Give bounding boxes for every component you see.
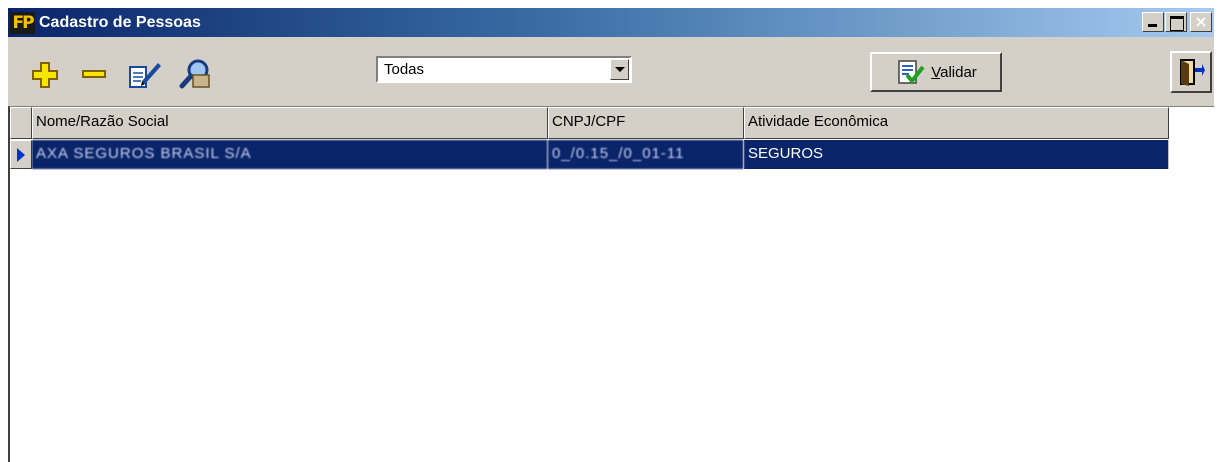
cadastro-window: FP Cadastro de Pessoas × Todas Validar N…	[8, 8, 1214, 462]
maximize-button[interactable]	[1165, 12, 1187, 32]
validar-label: Validar	[931, 63, 977, 81]
close-button[interactable]: ×	[1190, 12, 1212, 32]
column-header-cnpj[interactable]: CNPJ/CPF	[548, 107, 744, 139]
minimize-button[interactable]	[1142, 12, 1164, 32]
toolbar: Todas Validar	[8, 37, 1214, 106]
table-row[interactable]: AXA SEGUROS BRASIL S/A 0_/0.15_/0_01-11 …	[10, 140, 1169, 169]
chevron-down-icon[interactable]	[610, 59, 629, 80]
checklist-icon	[898, 60, 925, 85]
data-grid[interactable]: Nome/Razão Social CNPJ/CPF Atividade Eco…	[8, 106, 1214, 462]
app-logo-icon: FP	[10, 11, 35, 34]
door-exit-icon	[1180, 59, 1205, 86]
cell-cnpj[interactable]: 0_/0.15_/0_01-11	[548, 140, 744, 169]
header-indicator-cell	[10, 107, 32, 139]
add-button[interactable]	[28, 57, 64, 91]
row-pointer-icon	[10, 140, 32, 169]
minus-icon	[82, 70, 106, 78]
magnifier-icon	[179, 59, 210, 89]
plus-icon	[32, 62, 58, 88]
column-header-atividade[interactable]: Atividade Econômica	[744, 107, 1169, 139]
edit-pencil-icon	[129, 63, 161, 88]
window-title: Cadastro de Pessoas	[39, 13, 201, 31]
window-controls: ×	[1141, 12, 1212, 32]
edit-button[interactable]	[124, 57, 161, 91]
title-bar[interactable]: FP Cadastro de Pessoas ×	[8, 8, 1214, 37]
column-header-nome[interactable]: Nome/Razão Social	[32, 107, 548, 139]
filter-selected-value: Todas	[384, 61, 425, 78]
exit-button[interactable]	[1170, 51, 1212, 93]
search-button[interactable]	[178, 57, 214, 91]
filter-dropdown[interactable]: Todas	[376, 56, 632, 83]
grid-header: Nome/Razão Social CNPJ/CPF Atividade Eco…	[10, 107, 1169, 139]
cell-nome[interactable]: AXA SEGUROS BRASIL S/A	[32, 140, 548, 169]
cell-atividade[interactable]: SEGUROS	[744, 140, 1169, 169]
remove-button[interactable]	[76, 57, 112, 91]
validar-button[interactable]: Validar	[870, 52, 1002, 92]
